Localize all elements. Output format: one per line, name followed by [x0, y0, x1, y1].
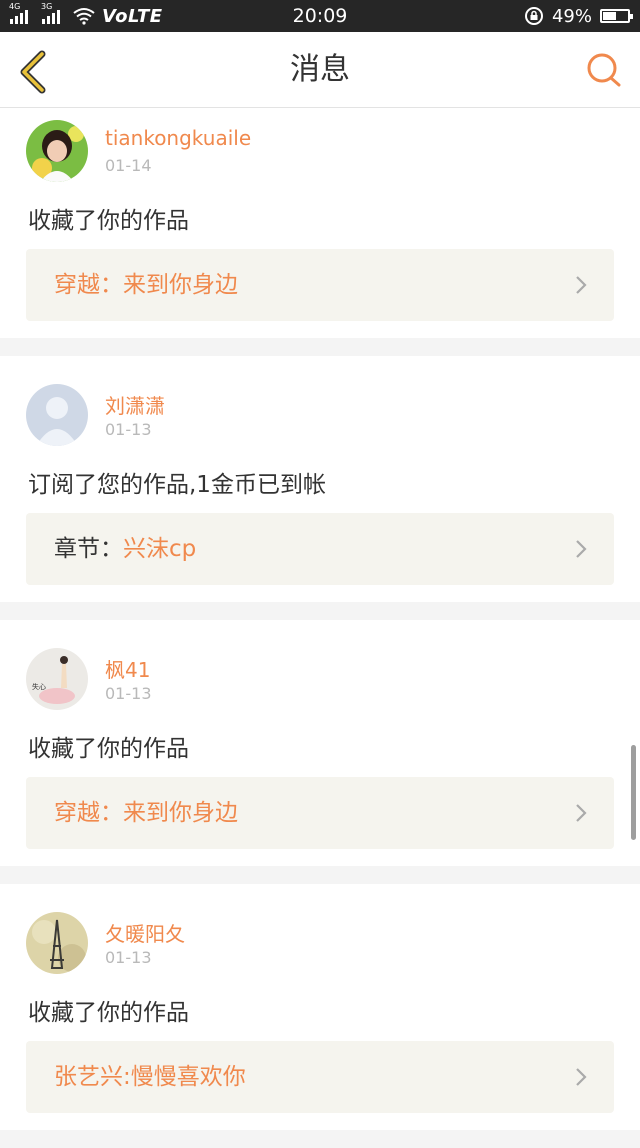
message-text: 收藏了你的作品: [28, 1000, 189, 1026]
volte-label: VoLTE: [102, 5, 163, 27]
username[interactable]: tiankongkuaile: [105, 126, 251, 150]
work-link[interactable]: 张艺兴:慢慢喜欢你: [26, 1041, 614, 1113]
avatar-text: 失心: [32, 682, 46, 691]
wifi-icon: [73, 8, 95, 25]
status-left: 4G 3G VoLTE: [9, 2, 163, 27]
avatar[interactable]: [26, 912, 88, 974]
page-title: 消息: [290, 52, 350, 87]
rotation-lock-icon: [524, 7, 543, 25]
work-title: 穿越：来到你身边: [54, 272, 238, 298]
avatar[interactable]: [26, 120, 88, 182]
battery-percent: 49%: [551, 5, 592, 27]
message-date: 01-13: [105, 948, 152, 967]
status-bar: 4G 3G VoLTE 20:09 49%: [0, 0, 640, 32]
chevron-right-icon: [576, 804, 587, 822]
message-date: 01-13: [105, 420, 152, 439]
status-right: 49%: [524, 5, 633, 27]
signal-icon: 4G: [9, 2, 28, 24]
message-card: 刘潇潇 01-13 订阅了您的作品,1金币已到帐 章节：兴沫cp: [0, 356, 640, 602]
work-prefix: 章节：: [54, 536, 123, 562]
chevron-right-icon: [576, 276, 587, 294]
message-text: 收藏了你的作品: [28, 208, 189, 234]
username[interactable]: 刘潇潇: [105, 390, 165, 419]
network-type-label: 4G: [9, 2, 21, 11]
work-title: 穿越：来到你身边: [54, 800, 238, 826]
message-list: tiankongkuaile 01-14 收藏了你的作品 穿越：来到你身边 刘潇…: [0, 108, 640, 1148]
work-link[interactable]: 穿越：来到你身边: [26, 777, 614, 849]
work-title: 兴沫cp: [123, 536, 197, 562]
avatar[interactable]: 失心: [26, 648, 88, 710]
username[interactable]: 夂暖阳夂: [105, 918, 185, 947]
work-link[interactable]: 章节：兴沫cp: [26, 513, 614, 585]
message-card: 失心 枫41 01-13 收藏了你的作品 穿越：来到你身边: [0, 620, 640, 866]
username[interactable]: 枫41: [105, 654, 150, 683]
work-title: 张艺兴:慢慢喜欢你: [54, 1064, 246, 1090]
battery-fill: [603, 12, 616, 20]
battery-icon: [600, 9, 633, 23]
app-header: 消息: [0, 32, 640, 108]
message-text: 订阅了您的作品,1金币已到帐: [28, 472, 326, 498]
message-date: 01-14: [105, 156, 152, 175]
signal-icon: 3G: [41, 2, 60, 24]
chevron-right-icon: [576, 1068, 587, 1086]
message-date: 01-13: [105, 684, 152, 703]
message-card: 夂暖阳夂 01-13 收藏了你的作品 张艺兴:慢慢喜欢你: [0, 884, 640, 1130]
message-text: 收藏了你的作品: [28, 736, 189, 762]
chevron-right-icon: [576, 540, 587, 558]
search-icon[interactable]: [586, 52, 622, 88]
avatar[interactable]: [26, 384, 88, 446]
message-card: tiankongkuaile 01-14 收藏了你的作品 穿越：来到你身边: [0, 108, 640, 338]
network-type-label: 3G: [41, 2, 53, 11]
scrollbar[interactable]: [631, 745, 636, 840]
work-link[interactable]: 穿越：来到你身边: [26, 249, 614, 321]
